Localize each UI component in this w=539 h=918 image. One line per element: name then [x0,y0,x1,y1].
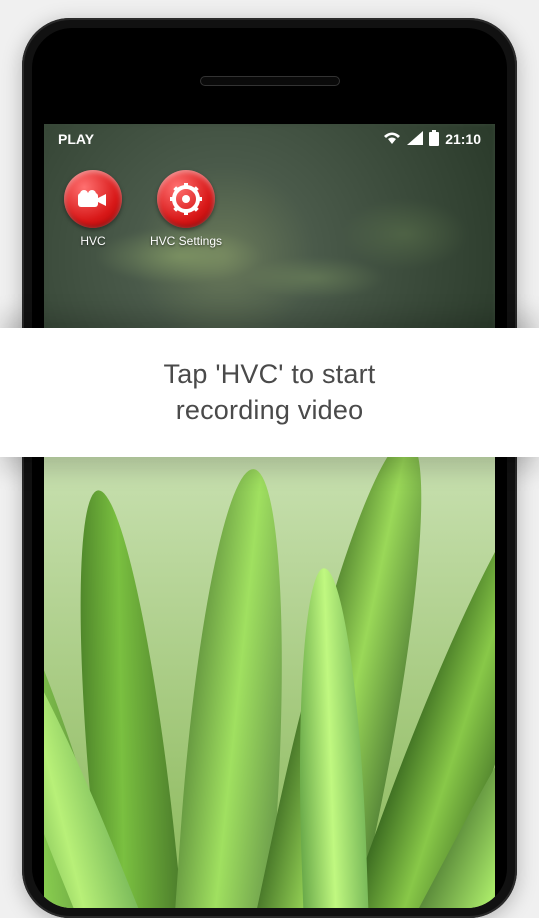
phone-screen: PLAY 21:10 [44,124,495,908]
phone-frame: PLAY 21:10 [22,18,517,918]
instruction-overlay: Tap 'HVC' to start recording video [0,328,539,457]
cell-signal-icon [407,131,423,148]
status-bar: PLAY 21:10 [44,124,495,154]
phone-speaker [200,76,340,86]
status-right: 21:10 [383,130,481,149]
clock-label: 21:10 [445,131,481,147]
battery-icon [429,130,439,149]
wifi-icon [383,131,401,148]
app-hvc-settings[interactable]: HVC Settings [150,170,222,248]
home-screen-row: HVC [44,154,495,264]
app-label: HVC [80,234,105,248]
app-label: HVC Settings [150,234,222,248]
app-hvc[interactable]: HVC [64,170,122,248]
camcorder-icon [64,170,122,228]
instruction-text: Tap 'HVC' to start recording video [40,356,499,429]
gear-icon [157,170,215,228]
carrier-label: PLAY [58,131,94,147]
instruction-line1: Tap 'HVC' to start [164,359,376,389]
instruction-line2: recording video [176,395,364,425]
phone-bezel: PLAY 21:10 [32,28,507,908]
